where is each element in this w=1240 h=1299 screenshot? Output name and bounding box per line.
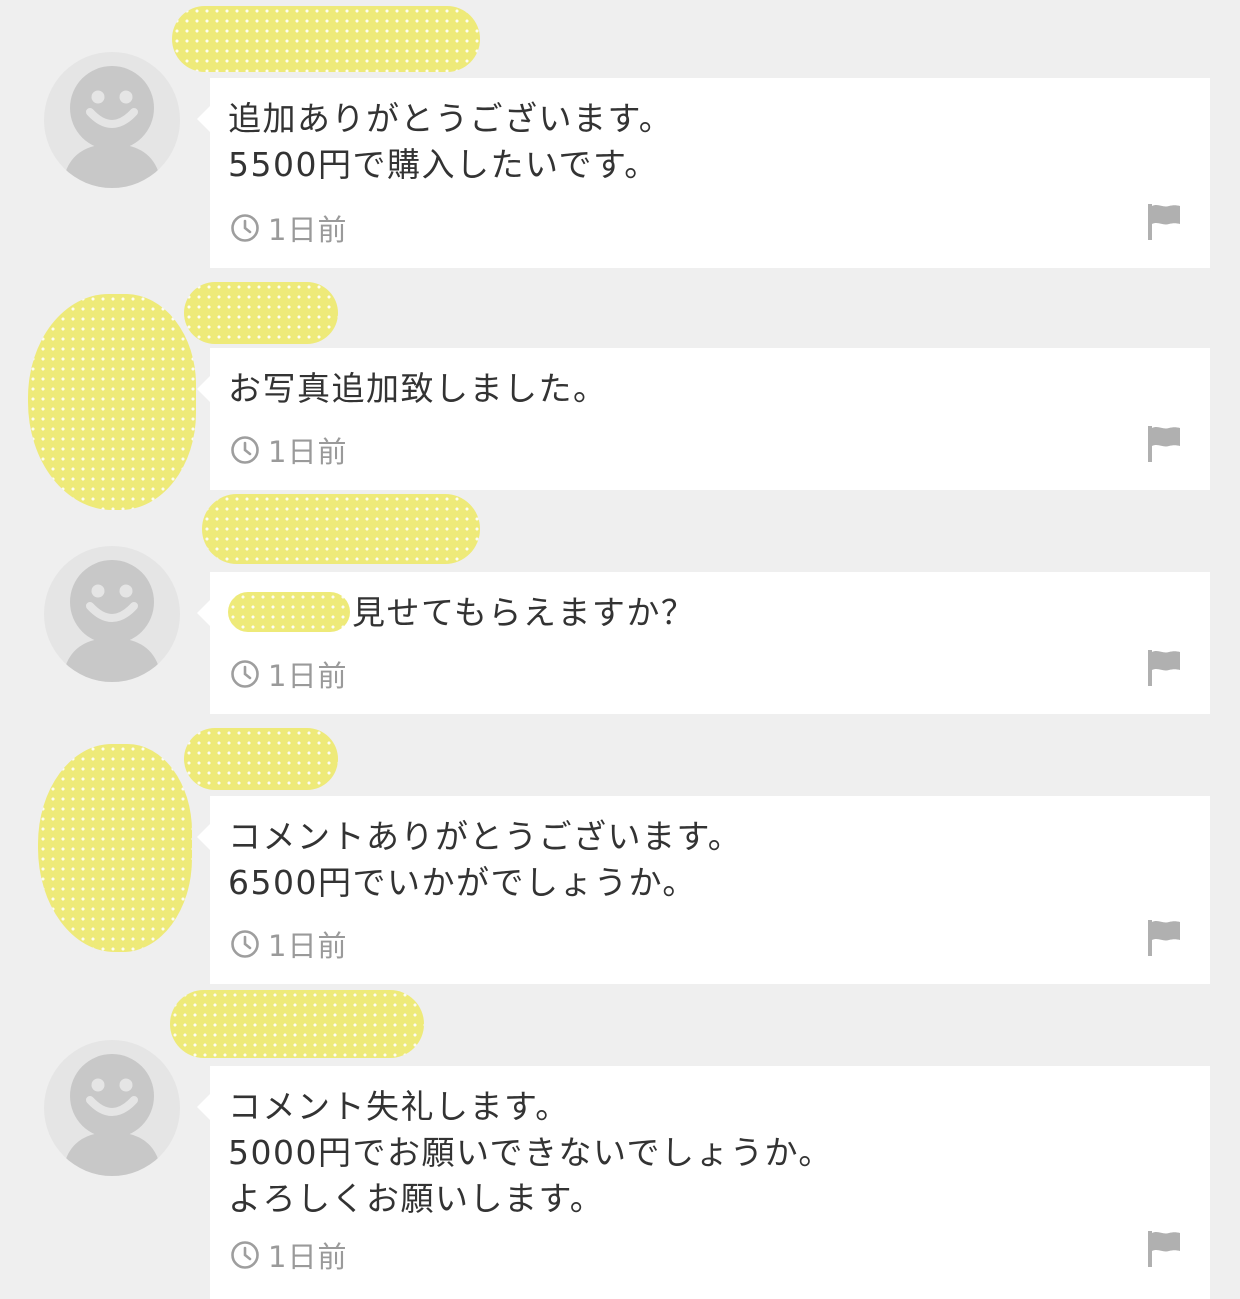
report-button[interactable] [1144,1229,1184,1269]
author-name-redacted [172,6,480,72]
user-avatar[interactable] [44,52,180,188]
default-avatar-icon [62,1054,162,1176]
comment-meta: 1日前 [230,432,348,469]
comment-thread: 追加ありがとうございます。 5500円で購入したいです。 1日前 お写真追加致し… [0,0,1240,1299]
report-button[interactable] [1144,424,1184,464]
comment-timestamp: 1日前 [268,435,348,469]
author-name-redacted [202,494,480,564]
comment-text: 見せてもらえますか？ [228,590,1130,636]
comment-timestamp: 1日前 [268,213,348,247]
clock-icon [231,930,259,958]
flag-icon [1148,204,1180,240]
avatar-redacted [38,744,192,952]
report-button[interactable] [1144,202,1184,242]
comment-bubble: お写真追加致しました。 1日前 [197,348,1210,490]
comment-bubble: コメント失礼します。 5000円でお願いできないでしょうか。 よろしくお願いしま… [197,1066,1210,1299]
comment-meta: 1日前 [230,210,348,247]
comment-line: コメント失礼します。 [228,1087,570,1126]
user-avatar[interactable] [44,546,180,682]
default-avatar-icon [62,66,162,188]
default-avatar-icon [62,560,162,682]
comment-line-text: 見せてもらえますか？ [352,593,696,632]
report-button[interactable] [1144,918,1184,958]
comment-line: 5500円で購入したいです。 [228,145,659,184]
comment-timestamp: 1日前 [268,659,348,693]
comment-meta: 1日前 [230,926,348,963]
flag-icon [1148,1231,1180,1267]
comment-item: 追加ありがとうございます。 5500円で購入したいです。 1日前 [0,0,1240,270]
clock-icon [231,436,259,464]
avatar-redacted [28,294,196,510]
comment-bubble: 追加ありがとうございます。 5500円で購入したいです。 1日前 [197,78,1210,268]
comment-text: 追加ありがとうございます。 5500円で購入したいです。 [228,96,1130,188]
comment-item: コメント失礼します。 5000円でお願いできないでしょうか。 よろしくお願いしま… [0,988,1240,1299]
comment-timestamp: 1日前 [268,1240,348,1274]
author-name-redacted [184,282,338,344]
clock-icon [231,660,259,688]
comment-bubble: コメントありがとうございます。 6500円でいかがでしょうか。 1日前 [197,796,1210,984]
clock-icon [231,214,259,242]
comment-item: 見せてもらえますか？ 1日前 [0,494,1240,716]
flag-icon [1148,426,1180,462]
comment-line: お写真追加致しました。 [228,369,608,408]
comment-meta: 1日前 [230,656,348,693]
comment-item: お写真追加致しました。 1日前 [0,270,1240,510]
report-button[interactable] [1144,648,1184,688]
comment-text: お写真追加致しました。 [228,366,1130,412]
author-name-redacted [184,728,338,790]
comment-line: 追加ありがとうございます。 [228,99,674,138]
comment-item: コメントありがとうございます。 6500円でいかがでしょうか。 1日前 [0,718,1240,986]
flag-icon [1148,650,1180,686]
comment-text: コメント失礼します。 5000円でお願いできないでしょうか。 よろしくお願いしま… [228,1084,1130,1222]
comment-timestamp: 1日前 [268,929,348,963]
comment-text: コメントありがとうございます。 6500円でいかがでしょうか。 [228,814,1130,906]
user-avatar[interactable] [44,1040,180,1176]
comment-line: 5000円でお願いできないでしょうか。 [228,1133,833,1172]
comment-meta: 1日前 [230,1237,348,1274]
comment-line: 見せてもらえますか？ [228,590,1130,636]
comment-line: コメントありがとうございます。 [228,817,743,856]
clock-icon [231,1241,259,1269]
text-redacted [228,592,350,632]
comment-bubble: 見せてもらえますか？ 1日前 [197,572,1210,714]
comment-line: 6500円でいかがでしょうか。 [228,863,697,902]
author-name-redacted [170,990,424,1058]
flag-icon [1148,920,1180,956]
comment-line: よろしくお願いします。 [228,1179,605,1218]
